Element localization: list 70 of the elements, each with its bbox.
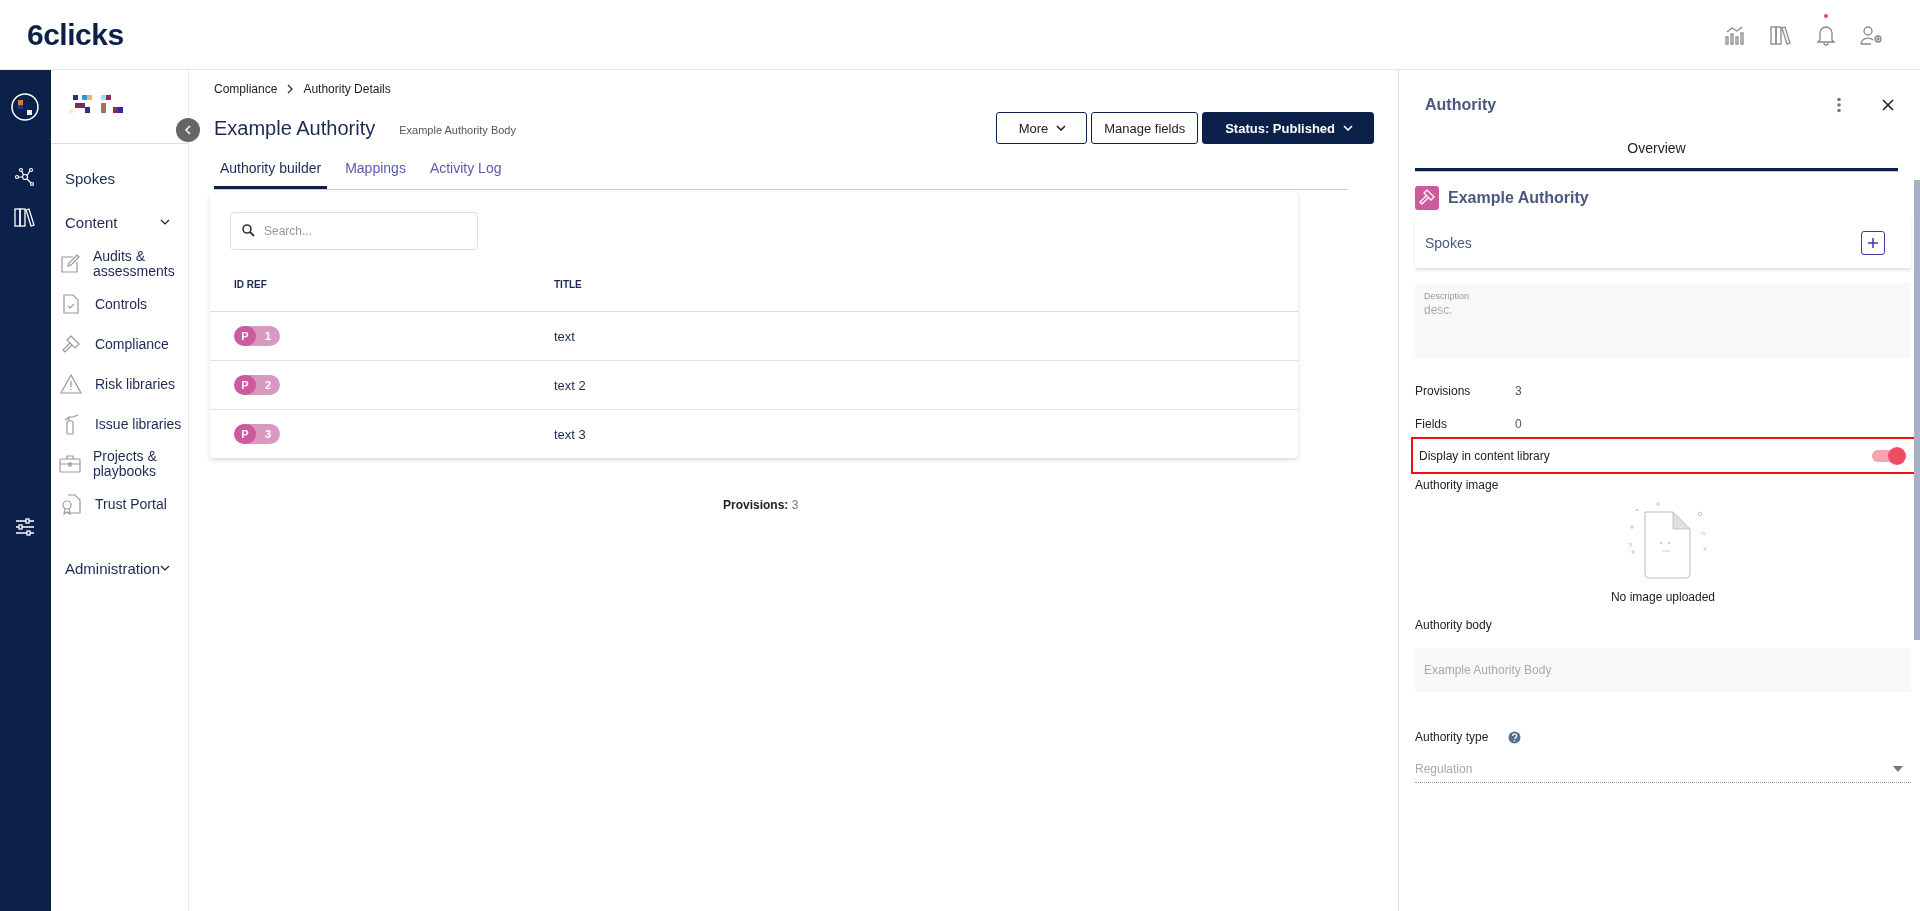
document-check-icon bbox=[61, 293, 80, 315]
tab[interactable]: Authority builder bbox=[214, 152, 328, 189]
stat-label: Fields bbox=[1415, 417, 1448, 431]
chevron-down-icon bbox=[160, 219, 170, 225]
breadcrumb-link[interactable]: Authority Details bbox=[303, 82, 391, 96]
edit-icon bbox=[58, 253, 81, 275]
chevron-right-icon bbox=[287, 84, 294, 94]
action-button[interactable]: Status: Published bbox=[1202, 112, 1374, 144]
spokes-label: Spokes bbox=[1425, 235, 1472, 251]
books-icon[interactable] bbox=[14, 207, 37, 227]
search-icon bbox=[242, 224, 255, 237]
sidebar-item[interactable]: Trust Portal bbox=[50, 484, 188, 524]
sidebar-item[interactable]: Compliance bbox=[50, 324, 188, 364]
stat-value: 0 bbox=[1515, 417, 1522, 431]
sidebar-item[interactable]: Controls bbox=[50, 284, 188, 324]
provisions-count: Provisions: 3 bbox=[723, 498, 800, 512]
field-label: Authority type bbox=[1415, 730, 1489, 744]
more-options-icon[interactable] bbox=[1836, 97, 1842, 113]
gavel-icon bbox=[1415, 186, 1439, 210]
action-button[interactable]: Manage fields bbox=[1091, 112, 1199, 144]
provision-badge: P 2 bbox=[234, 375, 280, 395]
field-label: Authority body bbox=[1415, 618, 1493, 632]
sliders-icon[interactable] bbox=[14, 517, 37, 537]
workspace-avatar-icon[interactable] bbox=[10, 92, 41, 122]
breadcrumb-link[interactable]: Compliance bbox=[214, 82, 278, 96]
toggle-switch[interactable] bbox=[1872, 446, 1906, 465]
sidebar-item[interactable]: Issue libraries bbox=[50, 404, 188, 444]
column-header: ID REF bbox=[234, 279, 268, 290]
table-cell-text: text 3 bbox=[554, 426, 587, 442]
search-field[interactable]: Search... bbox=[230, 212, 478, 250]
bell-icon[interactable] bbox=[1816, 23, 1836, 46]
stat-label: Provisions bbox=[1415, 384, 1472, 398]
sidebar-item[interactable]: Risk libraries bbox=[50, 364, 188, 404]
stat-value: 3 bbox=[1515, 384, 1522, 398]
provision-badge: P 1 bbox=[234, 326, 280, 346]
brand-logo: 6clicks bbox=[27, 17, 124, 52]
close-icon[interactable] bbox=[1882, 99, 1894, 111]
warning-icon bbox=[59, 374, 82, 394]
page-title: Example Authority bbox=[214, 116, 376, 140]
user-settings-icon[interactable] bbox=[1860, 24, 1884, 45]
table-cell-text: text 2 bbox=[554, 377, 587, 393]
briefcase-icon bbox=[58, 455, 81, 473]
sidebar-section[interactable]: Content bbox=[50, 200, 188, 244]
action-button[interactable]: More bbox=[995, 112, 1088, 144]
field-label: Authority image bbox=[1415, 478, 1500, 492]
sidebar-section[interactable]: Administration bbox=[50, 546, 188, 590]
sidebar-item[interactable]: Audits & assessments bbox=[50, 244, 188, 284]
page-subtitle: Example Authority Body bbox=[399, 124, 516, 136]
collapse-sidebar-button[interactable] bbox=[176, 118, 200, 142]
dropdown-arrow-icon bbox=[1893, 766, 1903, 772]
chevron-down-icon bbox=[160, 565, 170, 571]
sidebar-section[interactable]: Spokes bbox=[50, 156, 188, 200]
chevron-left-icon bbox=[184, 125, 192, 135]
panel-title: Authority bbox=[1425, 96, 1497, 114]
plus-icon bbox=[1867, 237, 1879, 249]
authority-name: Example Authority bbox=[1448, 189, 1589, 207]
toggle-label: Display in content library bbox=[1419, 448, 1550, 463]
add-spoke-button[interactable] bbox=[1861, 231, 1885, 255]
sidebar-item[interactable]: Projects & playbooks bbox=[50, 444, 188, 484]
tab[interactable]: Overview bbox=[1415, 130, 1898, 171]
help-icon[interactable] bbox=[1508, 730, 1522, 744]
analytics-icon[interactable] bbox=[1724, 24, 1746, 45]
tab[interactable]: Activity Log bbox=[423, 152, 508, 189]
provision-badge: P 3 bbox=[234, 424, 280, 444]
table-cell-text: text bbox=[554, 328, 576, 344]
column-header: TITLE bbox=[554, 279, 583, 290]
certificate-icon bbox=[59, 493, 82, 515]
empty-image-text: No image uploaded bbox=[1610, 590, 1716, 604]
tab[interactable]: Mappings bbox=[339, 152, 412, 189]
spokes-network-icon[interactable] bbox=[14, 167, 37, 187]
